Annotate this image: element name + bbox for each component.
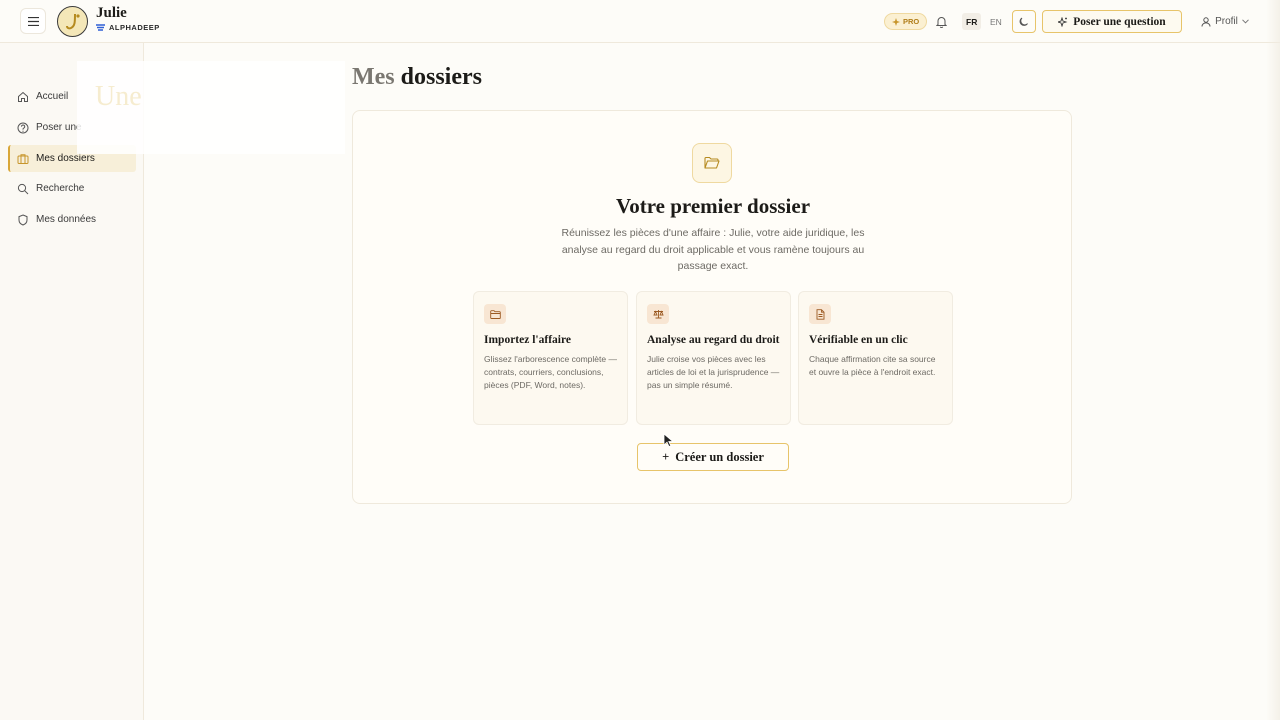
menu-button[interactable]: [20, 8, 46, 34]
create-folder-button[interactable]: + Créer un dossier: [637, 443, 789, 471]
notifications-button[interactable]: [932, 12, 951, 31]
user-icon: [1201, 16, 1211, 27]
empty-state-card: Votre premier dossier Réunissez les pièc…: [352, 110, 1072, 504]
top-header: Julie ALPHADEEP PRO FR EN Poser une ques…: [0, 0, 1280, 43]
empty-state-icon-box: [692, 143, 732, 183]
sidebar-item-label: Accueil: [36, 91, 69, 102]
chevron-down-icon: [1242, 19, 1249, 24]
feature-title: Analyse au regard du droit: [647, 334, 780, 346]
mouse-cursor-icon: [663, 433, 674, 448]
sparkle-icon: [892, 17, 900, 26]
lang-fr-button[interactable]: FR: [962, 13, 982, 30]
sparkles-icon: [1058, 16, 1068, 27]
ask-question-button[interactable]: Poser une question: [1042, 10, 1182, 33]
julie-logo[interactable]: [57, 6, 88, 37]
folder-icon: [489, 309, 501, 319]
brand-subtitle-text: ALPHADEEP: [109, 23, 160, 32]
home-icon: [18, 91, 28, 102]
feature-icon-box: [809, 304, 831, 324]
feature-icon-box: [484, 304, 506, 324]
pro-badge[interactable]: PRO: [884, 13, 928, 30]
fading-tooltip: Une: [77, 61, 345, 154]
briefcase-icon: [17, 153, 29, 164]
sidebar-item-label: Mes données: [36, 214, 97, 225]
brand-name: Julie: [96, 5, 127, 21]
shield-icon: [18, 213, 28, 226]
menu-icon: [27, 16, 39, 26]
feature-text: Glissez l'arborescence complète — contra…: [484, 354, 617, 390]
bell-icon: [936, 16, 947, 28]
feature-title: Vérifiable en un clic: [809, 334, 908, 346]
sidebar-item-mes-donnees[interactable]: Mes données: [8, 206, 136, 233]
sidebar-item-label: Mes dossiers: [36, 153, 95, 164]
feature-card-verifiable: Vérifiable en un clic Chaque affirmation…: [798, 291, 953, 425]
theme-toggle-button[interactable]: [1012, 10, 1036, 33]
scale-icon: [652, 310, 664, 319]
empty-state-description: Réunissez les pièces d'une affaire : Jul…: [561, 227, 865, 272]
search-icon: [17, 183, 29, 194]
edge-shade: [1266, 0, 1280, 720]
sidebar-item-label: Poser une: [36, 122, 82, 133]
fading-tooltip-text: Une: [95, 81, 142, 112]
feature-text: Chaque affirmation cite sa source et ouv…: [809, 354, 936, 377]
feature-card-import: Importez l'affaire Glissez l'arborescenc…: [473, 291, 628, 425]
feature-text: Julie croise vos pièces avec les article…: [647, 354, 780, 390]
sidebar-item-recherche[interactable]: Recherche: [8, 175, 136, 202]
sidebar-item-label: Recherche: [36, 183, 85, 194]
empty-state-title: Votre premier dossier: [615, 194, 811, 218]
document-icon: [816, 308, 824, 320]
alphadeep-icon: [96, 24, 105, 31]
folder-open-icon: [704, 156, 720, 169]
profile-button[interactable]: Profil: [1190, 10, 1260, 33]
page-title: Mes dossiers: [352, 64, 482, 91]
profile-label: Profil: [1215, 16, 1238, 27]
ask-question-label: Poser une question: [1073, 15, 1166, 28]
brand-subtitle: ALPHADEEP: [96, 23, 160, 32]
plus-icon: +: [662, 449, 670, 464]
help-circle-icon: [17, 122, 29, 133]
logo-icon: [65, 13, 80, 29]
pro-badge-label: PRO: [903, 17, 920, 26]
lang-en-button[interactable]: EN: [986, 13, 1006, 30]
moon-icon: [1019, 17, 1028, 26]
page-title-bold: dossiers: [400, 64, 482, 90]
page-title-muted: Mes: [352, 64, 395, 90]
feature-card-analyse: Analyse au regard du droit Julie croise …: [636, 291, 791, 425]
feature-icon-box: [647, 304, 669, 324]
feature-title: Importez l'affaire: [484, 334, 571, 346]
create-folder-label: Créer un dossier: [675, 449, 764, 464]
